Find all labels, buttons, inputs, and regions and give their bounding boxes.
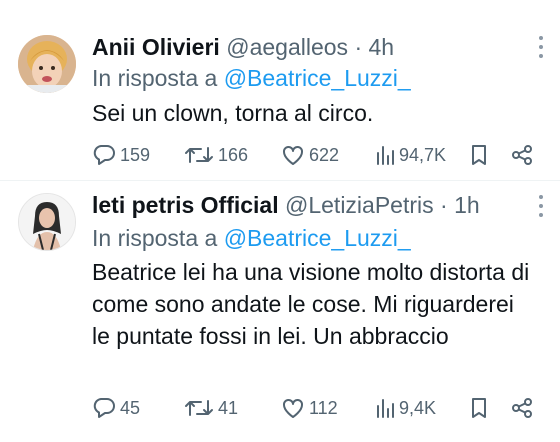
bookmark-icon — [472, 145, 486, 165]
views-button[interactable]: 9,4K — [375, 395, 436, 421]
reply-count: 159 — [120, 144, 151, 165]
views-button[interactable]: 94,7K — [375, 142, 446, 168]
author-handle[interactable]: @aegalleos — [226, 34, 348, 60]
reply-icon — [93, 145, 115, 165]
share-button[interactable] — [510, 395, 534, 421]
reply-context: In risposta a @Beatrice_Luzzi_ — [92, 223, 411, 253]
views-count: 9,4K — [399, 397, 437, 418]
retweet-count: 41 — [218, 397, 239, 418]
bookmark-button[interactable] — [470, 142, 488, 168]
tweet-text: Beatrice lei ha una visione molto distor… — [92, 259, 530, 349]
share-icon — [512, 398, 532, 418]
like-button[interactable]: 622 — [281, 142, 339, 168]
avatar-photo — [19, 194, 75, 250]
timestamp[interactable]: 1h — [454, 192, 480, 218]
action-bar: 45 41 112 9,4K — [92, 395, 542, 421]
action-bar: 159 166 622 94,7K — [92, 142, 542, 168]
tweet-header: leti petris Official @LetiziaPetris · 1h — [92, 190, 480, 220]
like-icon — [283, 145, 303, 165]
views-icon — [377, 146, 394, 165]
like-button[interactable]: 112 — [281, 395, 338, 421]
separator: · — [354, 34, 363, 60]
avatar[interactable] — [18, 193, 76, 251]
like-count: 112 — [309, 397, 338, 418]
retweet-icon — [185, 400, 213, 416]
retweet-button[interactable]: 41 — [184, 395, 238, 421]
views-icon — [377, 399, 394, 418]
bookmark-button[interactable] — [470, 395, 488, 421]
retweet-icon — [185, 147, 213, 163]
separator: · — [440, 192, 448, 218]
like-icon — [283, 398, 303, 418]
reply-prefix: In risposta a — [92, 225, 218, 251]
reply-button[interactable]: 159 — [92, 142, 150, 168]
more-icon[interactable] — [538, 195, 544, 222]
author-name[interactable]: leti petris Official — [92, 192, 279, 218]
retweet-count: 166 — [218, 144, 249, 165]
reply-count: 45 — [120, 397, 141, 418]
reply-prefix: In risposta a — [92, 65, 218, 91]
author-handle[interactable]: @LetiziaPetris — [285, 192, 434, 218]
tweet-text: Sei un clown, torna al circo. — [92, 100, 374, 126]
more-icon[interactable] — [538, 36, 544, 63]
retweet-button[interactable]: 166 — [184, 142, 248, 168]
reply-button[interactable]: 45 — [92, 395, 140, 421]
reply-mention-link[interactable]: @Beatrice_Luzzi_ — [224, 225, 411, 251]
like-count: 622 — [309, 144, 340, 165]
reply-mention-link[interactable]: @Beatrice_Luzzi_ — [224, 65, 411, 91]
timestamp[interactable]: 4h — [369, 34, 395, 60]
avatar[interactable] — [18, 35, 76, 93]
reply-context: In risposta a @Beatrice_Luzzi_ — [92, 63, 411, 93]
views-count: 94,7K — [399, 144, 447, 165]
bookmark-icon — [472, 398, 486, 418]
avatar-photo — [18, 35, 76, 93]
tweet[interactable]: leti petris Official @LetiziaPetris · 1h… — [0, 181, 560, 442]
reply-icon — [93, 398, 115, 418]
reply-feed: Anii Olivieri @aegalleos · 4h In rispost… — [0, 0, 560, 442]
author-name[interactable]: Anii Olivieri — [92, 34, 220, 60]
share-button[interactable] — [510, 142, 534, 168]
tweet[interactable]: Anii Olivieri @aegalleos · 4h In rispost… — [0, 0, 560, 180]
share-icon — [512, 145, 532, 165]
tweet-header: Anii Olivieri @aegalleos · 4h — [92, 32, 394, 62]
